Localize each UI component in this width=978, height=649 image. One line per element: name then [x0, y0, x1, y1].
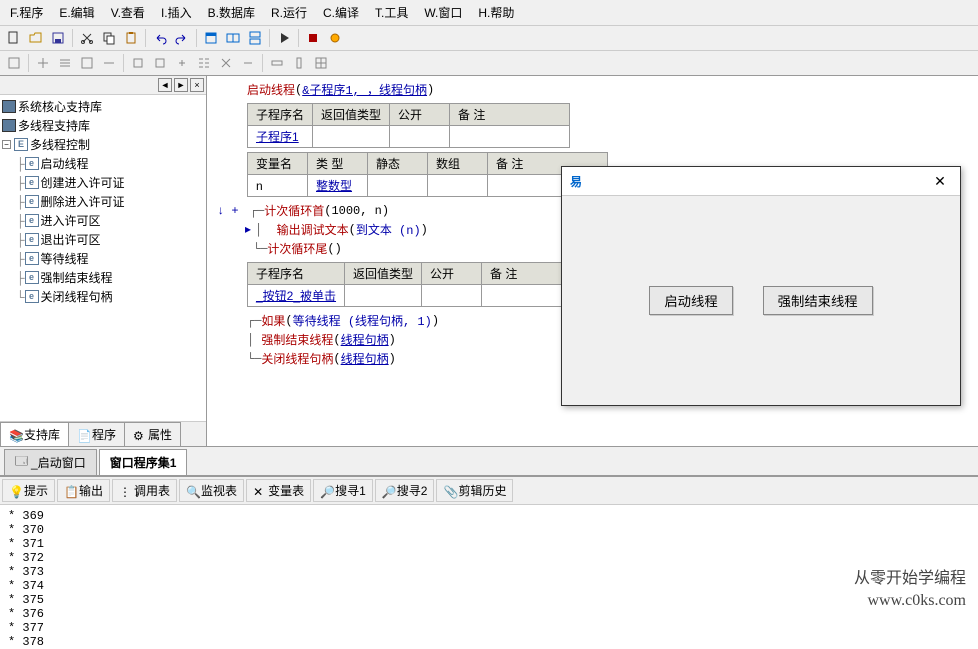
copy-icon[interactable]	[99, 28, 119, 48]
window1-icon[interactable]	[201, 28, 221, 48]
tb2-icon[interactable]	[238, 53, 258, 73]
output-line: * 370	[8, 523, 970, 537]
tb2-icon[interactable]	[267, 53, 287, 73]
menu-database[interactable]: B.数据库	[202, 2, 261, 23]
menu-view[interactable]: V.查看	[105, 2, 151, 23]
sidebar-toolbar: ◄ ► ×	[0, 76, 206, 95]
output-line: * 374	[8, 579, 970, 593]
stop-icon[interactable]	[303, 28, 323, 48]
tab-support-lib[interactable]: 📚支持库	[0, 422, 69, 446]
output-line: * 377	[8, 621, 970, 635]
btab-hint[interactable]: 💡提示	[2, 479, 55, 502]
btab-watch[interactable]: 🔍监视表	[179, 479, 244, 502]
btab-search1[interactable]: 🔎搜寻1	[313, 479, 373, 502]
tree-collapse-icon[interactable]: −	[2, 140, 11, 149]
tb2-icon[interactable]	[128, 53, 148, 73]
tb2-icon[interactable]	[99, 53, 119, 73]
btab-callstack[interactable]: ⋮⋮调用表	[112, 479, 177, 502]
tb2-icon[interactable]	[216, 53, 236, 73]
tab-window-assembly[interactable]: 窗口程序集1	[99, 449, 188, 475]
output-line: * 371	[8, 537, 970, 551]
tree-leaf[interactable]: └e关闭线程句柄	[2, 287, 204, 306]
btab-vars[interactable]: ✕变量表	[246, 479, 311, 502]
menu-compile[interactable]: C.编译	[317, 2, 365, 23]
new-icon[interactable]	[4, 28, 24, 48]
editor-tabs: 🗔_启动窗口 窗口程序集1	[0, 446, 978, 475]
menu-program[interactable]: F.程序	[4, 2, 49, 23]
sidebar: ◄ ► × 系统核心支持库 多线程支持库 −E多线程控制 ├e启动线程 ├e创建…	[0, 76, 207, 446]
subroutine-table-1: 子程序名返回值类型公开备 注 子程序1	[247, 103, 570, 148]
sidebar-close-icon[interactable]: ×	[190, 78, 204, 92]
btab-output[interactable]: 📋输出	[57, 479, 110, 502]
tb2-icon[interactable]	[55, 53, 75, 73]
output-line: * 376	[8, 607, 970, 621]
menu-edit[interactable]: E.编辑	[53, 2, 100, 23]
menubar: F.程序 E.编辑 V.查看 I.插入 B.数据库 R.运行 C.编译 T.工具…	[0, 0, 978, 26]
menu-help[interactable]: H.帮助	[472, 2, 520, 23]
tree-leaf[interactable]: ├e启动线程	[2, 154, 204, 173]
output-line: * 378	[8, 635, 970, 649]
undo-icon[interactable]	[150, 28, 170, 48]
subroutine-table-2: 子程序名返回值类型公开备 注 _按钮2_被单击	[247, 262, 602, 307]
tb2-icon[interactable]	[172, 53, 192, 73]
redo-icon[interactable]	[172, 28, 192, 48]
toolbar-main	[0, 26, 978, 51]
tree-leaf[interactable]: ├e退出许可区	[2, 230, 204, 249]
start-thread-button[interactable]: 启动线程	[649, 286, 732, 315]
output-panel: * 369 * 370 * 371 * 372 * 373 * 374 * 37…	[0, 505, 978, 640]
debug-icon[interactable]	[325, 28, 345, 48]
bottom-panel: 💡提示 📋输出 ⋮⋮调用表 🔍监视表 ✕变量表 🔎搜寻1 🔎搜寻2 📎剪辑历史 …	[0, 475, 978, 640]
tb2-icon[interactable]	[4, 53, 24, 73]
window3-icon[interactable]	[245, 28, 265, 48]
menu-tools[interactable]: T.工具	[369, 2, 414, 23]
btab-search2[interactable]: 🔎搜寻2	[375, 479, 435, 502]
menu-insert[interactable]: I.插入	[155, 2, 198, 23]
tree-leaf[interactable]: ├e删除进入许可证	[2, 192, 204, 211]
library-tree: 系统核心支持库 多线程支持库 −E多线程控制 ├e启动线程 ├e创建进入许可证 …	[0, 95, 206, 421]
cut-icon[interactable]	[77, 28, 97, 48]
toolbar-secondary	[0, 51, 978, 76]
tree-leaf[interactable]: ├e强制结束线程	[2, 268, 204, 287]
tb2-icon[interactable]	[33, 53, 53, 73]
output-line: * 369	[8, 509, 970, 523]
menu-window[interactable]: W.窗口	[418, 2, 468, 23]
tb2-icon[interactable]	[311, 53, 331, 73]
tree-branch[interactable]: −E多线程控制	[2, 135, 204, 154]
close-icon[interactable]: ✕	[928, 171, 952, 191]
tree-root[interactable]: 系统核心支持库	[2, 97, 204, 116]
tab-startup-window[interactable]: 🗔_启动窗口	[4, 449, 97, 475]
btab-clip[interactable]: 📎剪辑历史	[436, 479, 513, 502]
tree-leaf[interactable]: ├e创建进入许可证	[2, 173, 204, 192]
variable-table: 变量名类 型静态数组备 注 n整数型	[247, 152, 608, 197]
tb2-icon[interactable]	[289, 53, 309, 73]
tab-program[interactable]: 📄程序	[68, 422, 125, 446]
watermark: 从零开始学编程 www.c0ks.com	[854, 568, 966, 612]
runtime-dialog: 易 ✕ 启动线程 强制结束线程	[561, 166, 961, 406]
output-line: * 375	[8, 593, 970, 607]
tree-root[interactable]: 多线程支持库	[2, 116, 204, 135]
menu-run[interactable]: R.运行	[265, 2, 313, 23]
sidebar-tabs: 📚支持库 📄程序 ⚙属性	[0, 421, 206, 446]
bottom-tabs: 💡提示 📋输出 ⋮⋮调用表 🔍监视表 ✕变量表 🔎搜寻1 🔎搜寻2 📎剪辑历史	[0, 477, 978, 505]
tb2-icon[interactable]	[194, 53, 214, 73]
sidebar-next-icon[interactable]: ►	[174, 78, 188, 92]
tb2-icon[interactable]	[150, 53, 170, 73]
output-line: * 372	[8, 551, 970, 565]
tab-properties[interactable]: ⚙属性	[124, 422, 181, 446]
tree-leaf[interactable]: ├e进入许可区	[2, 211, 204, 230]
dialog-titlebar: 易 ✕	[562, 167, 960, 196]
force-end-thread-button[interactable]: 强制结束线程	[763, 286, 873, 315]
paste-icon[interactable]	[121, 28, 141, 48]
output-line: * 373	[8, 565, 970, 579]
save-icon[interactable]	[48, 28, 68, 48]
app-icon: 易	[570, 173, 582, 190]
tree-leaf[interactable]: ├e等待线程	[2, 249, 204, 268]
open-icon[interactable]	[26, 28, 46, 48]
window2-icon[interactable]	[223, 28, 243, 48]
run-icon[interactable]	[274, 28, 294, 48]
sidebar-prev-icon[interactable]: ◄	[158, 78, 172, 92]
tb2-icon[interactable]	[77, 53, 97, 73]
